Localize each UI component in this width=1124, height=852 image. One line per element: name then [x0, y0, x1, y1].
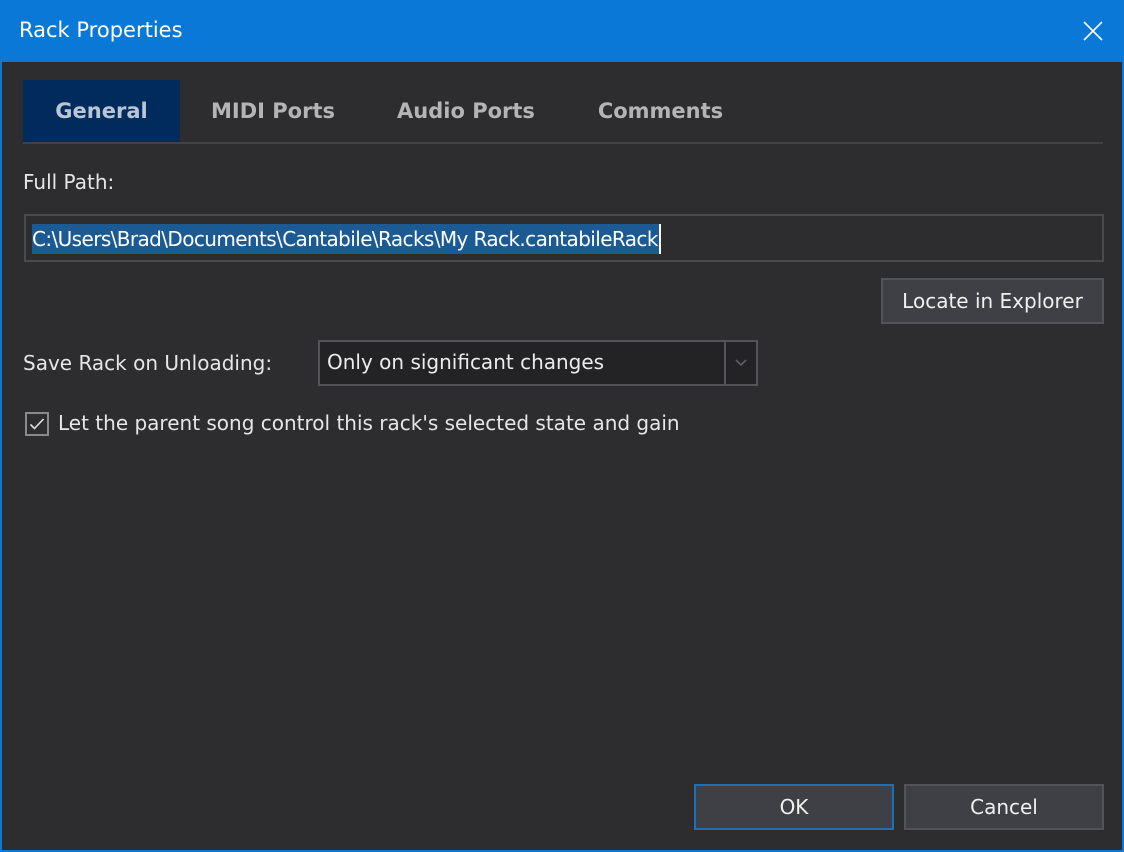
dialog-title: Rack Properties	[19, 18, 183, 42]
full-path-label: Full Path:	[23, 170, 115, 194]
save-rack-label: Save Rack on Unloading:	[23, 351, 273, 375]
tab-bar: General MIDI Ports Audio Ports Comments	[23, 80, 1103, 144]
close-button[interactable]	[1062, 0, 1124, 62]
ok-button[interactable]: OK	[694, 784, 894, 830]
title-bar: Rack Properties	[0, 0, 1124, 62]
dropdown-button[interactable]	[724, 342, 756, 384]
close-icon	[1083, 21, 1103, 41]
parent-control-label[interactable]: Let the parent song control this rack's …	[58, 411, 680, 435]
tab-general[interactable]: General	[23, 80, 180, 142]
checkmark-icon	[29, 418, 45, 430]
chevron-down-icon	[735, 359, 747, 367]
locate-in-explorer-button[interactable]: Locate in Explorer	[881, 278, 1104, 324]
full-path-value: C:\Users\Brad\Documents\Cantabile\Racks\…	[32, 224, 661, 254]
save-rack-selected-value: Only on significant changes	[327, 350, 605, 374]
cancel-button[interactable]: Cancel	[904, 784, 1104, 830]
tab-comments[interactable]: Comments	[583, 80, 738, 142]
parent-control-checkbox[interactable]	[25, 412, 49, 436]
save-rack-select[interactable]: Only on significant changes	[318, 340, 758, 386]
tab-midi-ports[interactable]: MIDI Ports	[193, 80, 353, 142]
tab-audio-ports[interactable]: Audio Ports	[381, 80, 551, 142]
full-path-input[interactable]: C:\Users\Brad\Documents\Cantabile\Racks\…	[24, 214, 1104, 262]
rack-properties-dialog: Rack Properties General MIDI Ports Audio…	[0, 0, 1124, 852]
